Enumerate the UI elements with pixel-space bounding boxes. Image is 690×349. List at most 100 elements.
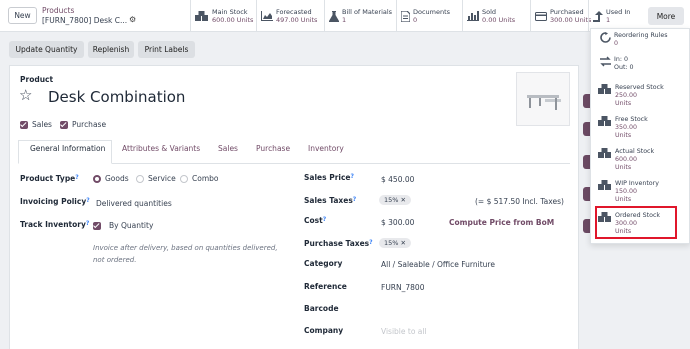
- menu-item-title: Actual Stock: [615, 148, 655, 155]
- breadcrumb-products[interactable]: Products: [42, 6, 74, 15]
- check-icon: [93, 221, 101, 230]
- purchase-tax-tag[interactable]: 15% ✕: [379, 238, 411, 248]
- menu-item-title: WIP Inventory: [615, 180, 659, 187]
- stat-title: Documents: [413, 8, 451, 16]
- update-quantity-button[interactable]: Update Quantity: [9, 41, 84, 58]
- sales-taxes-label: Sales Taxes?: [304, 196, 356, 205]
- help-icon[interactable]: ?: [323, 216, 326, 223]
- tab-inventory[interactable]: Inventory: [308, 144, 344, 153]
- tag-label: 15%: [384, 239, 399, 247]
- track-inventory-checkbox[interactable]: By Quantity: [93, 221, 153, 230]
- compute-price-from-bom-button[interactable]: Compute Price from BoM: [449, 218, 554, 227]
- product-name[interactable]: Desk Combination: [48, 88, 185, 106]
- stat-purchased[interactable]: Purchased 300.00 Units: [530, 0, 591, 32]
- print-labels-button[interactable]: Print Labels: [138, 41, 195, 58]
- replenish-button[interactable]: Replenish: [88, 41, 134, 58]
- barcode-field[interactable]: [381, 302, 561, 314]
- invoicing-policy-label: Invoicing Policy?: [20, 197, 90, 206]
- tab-sales[interactable]: Sales: [218, 144, 238, 153]
- company-field[interactable]: Visible to all: [381, 327, 427, 336]
- category-label: Category: [304, 259, 343, 268]
- invoicing-policy-field[interactable]: Delivered quantities: [96, 199, 172, 208]
- tab-general-information[interactable]: General Information: [30, 144, 105, 153]
- category-field[interactable]: All / Saleable / Office Furniture: [381, 260, 495, 269]
- help-icon[interactable]: ?: [353, 196, 356, 203]
- track-inventory-value: By Quantity: [109, 221, 154, 230]
- desk-icon: [527, 95, 561, 110]
- radio-combo[interactable]: Combo: [180, 174, 218, 183]
- breadcrumb-current: [FURN_7800] Desk C...: [42, 16, 128, 25]
- menu-item-value: 350.00: [615, 124, 638, 131]
- stat-value: 1: [342, 16, 347, 24]
- cost-label: Cost?: [304, 216, 326, 225]
- new-button[interactable]: New: [8, 7, 37, 24]
- barcode-label: Barcode: [304, 304, 339, 313]
- sales-price-label: Sales Price?: [304, 173, 354, 182]
- tab-attributes-variants[interactable]: Attributes & Variants: [122, 144, 200, 153]
- help-icon[interactable]: ?: [86, 220, 89, 227]
- tab-purchase[interactable]: Purchase: [256, 144, 290, 153]
- stat-value: 497.00 Units: [276, 16, 318, 24]
- star-icon[interactable]: ☆: [19, 86, 32, 104]
- sales-tax-tag[interactable]: 15% ✕: [379, 195, 411, 205]
- purchase-taxes-label: Purchase Taxes?: [304, 239, 373, 248]
- bar-chart-icon: [467, 11, 479, 21]
- stat-title: Sold: [482, 8, 497, 16]
- cost-label-text: Cost: [304, 216, 323, 225]
- tab-divider: [112, 163, 570, 164]
- boxes-icon: [195, 10, 208, 21]
- help-icon[interactable]: ?: [351, 173, 354, 180]
- radio-goods[interactable]: Goods: [93, 174, 129, 183]
- menu-item-unit: Units: [615, 164, 632, 171]
- stat-sold[interactable]: Sold 0.00 Units: [462, 0, 528, 32]
- menu-item-unit: Units: [615, 100, 632, 107]
- help-icon[interactable]: ?: [75, 174, 78, 181]
- more-button[interactable]: More: [648, 7, 684, 25]
- flask-icon: [329, 10, 339, 22]
- remove-tag-icon[interactable]: ✕: [401, 239, 406, 247]
- menu-item-reordering-rules[interactable]: Reordering Rules 0: [600, 32, 667, 48]
- stat-main-stock[interactable]: Main Stock 600.00 Units: [190, 0, 254, 32]
- control-panel: New Products [FURN_7800] Desk C... ⚙ Mai…: [0, 0, 690, 32]
- product-type-label: Product Type?: [20, 174, 79, 183]
- stat-bill-of-materials[interactable]: Bill of Materials 1: [324, 0, 392, 32]
- stat-value: 1: [606, 16, 611, 24]
- menu-item-reserved-stock[interactable]: Reserved Stock 250.00 Units: [598, 84, 664, 108]
- menu-item-value: Out: 0: [614, 64, 634, 71]
- stat-title: Purchased: [550, 8, 584, 16]
- menu-item-value: 150.00: [615, 188, 638, 195]
- product-type-label-text: Product Type: [20, 174, 76, 183]
- menu-item-title: Reordering Rules: [614, 32, 668, 39]
- menu-item-unit: Units: [615, 196, 632, 203]
- menu-item-title: Reserved Stock: [615, 84, 664, 91]
- reference-field[interactable]: FURN_7800: [381, 283, 424, 292]
- document-icon: [401, 10, 410, 22]
- radio-combo-label: Combo: [192, 174, 219, 183]
- radio-service[interactable]: Service: [136, 174, 176, 183]
- menu-item-in-out[interactable]: In: 0 Out: 0: [600, 56, 634, 72]
- menu-item-actual-stock[interactable]: Actual Stock 600.00 Units: [598, 148, 654, 172]
- sales-price-field[interactable]: $ 450.00: [381, 175, 414, 184]
- gear-icon[interactable]: ⚙: [129, 15, 136, 24]
- level-up-icon: [593, 10, 603, 22]
- sales-checkbox[interactable]: Sales: [20, 120, 52, 129]
- help-icon[interactable]: ?: [86, 197, 89, 204]
- stat-title: Used In: [606, 8, 631, 16]
- stat-forecasted[interactable]: Forecasted 497.00 Units: [256, 0, 322, 32]
- menu-item-free-stock[interactable]: Free Stock 350.00 Units: [598, 116, 648, 140]
- stat-value: 300.00 Units: [550, 16, 592, 24]
- reference-label: Reference: [304, 282, 347, 291]
- cost-field[interactable]: $ 300.00: [381, 218, 414, 227]
- boxes-icon: [598, 180, 611, 190]
- menu-item-value: 0: [614, 40, 619, 47]
- area-chart-icon: [261, 11, 273, 21]
- boxes-icon: [598, 148, 611, 158]
- stat-documents[interactable]: Documents 0: [396, 0, 460, 32]
- boxes-icon: [598, 116, 611, 126]
- check-icon: [60, 120, 68, 129]
- remove-tag-icon[interactable]: ✕: [401, 196, 406, 204]
- product-image[interactable]: [516, 72, 570, 126]
- menu-item-wip-inventory[interactable]: WIP Inventory 150.00 Units: [598, 180, 659, 204]
- help-icon[interactable]: ?: [369, 239, 372, 246]
- purchase-checkbox[interactable]: Purchase: [60, 120, 106, 129]
